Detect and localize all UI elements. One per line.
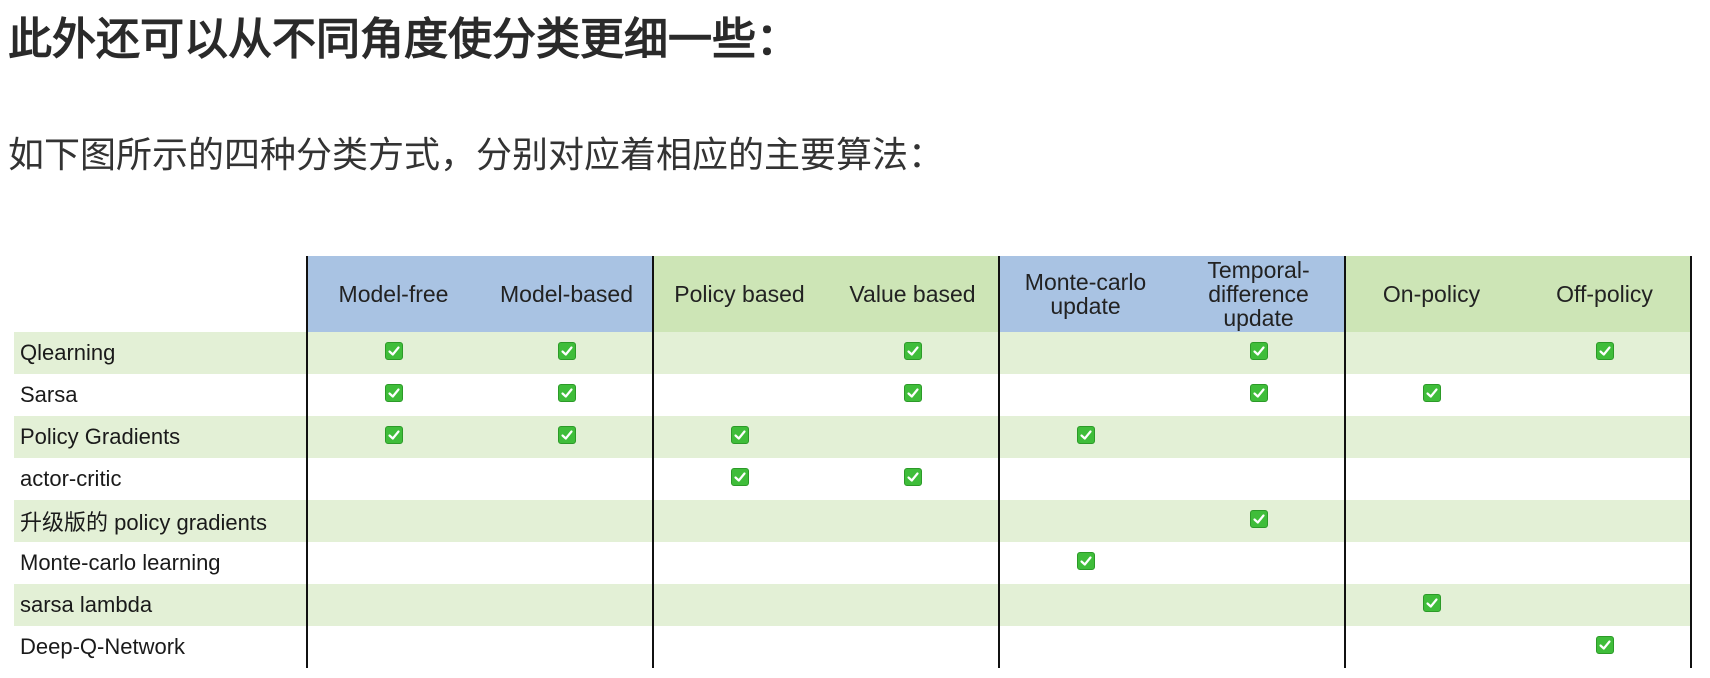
check-icon: [1595, 636, 1614, 654]
column-header: Policy based: [653, 256, 826, 332]
check-icon: [903, 384, 922, 402]
group-divider: [306, 256, 308, 668]
row-label: Policy Gradients: [20, 424, 181, 449]
group-divider: [1344, 256, 1346, 668]
section-heading: 此外还可以从不同角度使分类更细一些：: [8, 14, 800, 65]
column-header: Model-based: [480, 256, 653, 332]
check-icon: [1249, 384, 1268, 402]
check-icon: [557, 384, 576, 402]
intro-paragraph: 如下图所示的四种分类方式，分别对应着相应的主要算法：: [8, 135, 945, 176]
table-row: [14, 458, 1691, 500]
check-icon: [1422, 384, 1441, 402]
check-icon: [1249, 342, 1268, 360]
check-icon: [1422, 594, 1441, 612]
table-row: [14, 626, 1691, 668]
row-label: Qlearning: [20, 340, 116, 365]
row-label: Deep-Q-Network: [20, 634, 186, 659]
check-icon: [384, 426, 403, 444]
table-row: [14, 416, 1691, 458]
check-icon: [557, 342, 576, 360]
group-divider: [652, 256, 654, 668]
column-header: Model-free: [307, 256, 480, 332]
column-header: Temporal- difference update: [1172, 256, 1345, 332]
row-label: sarsa lambda: [20, 592, 153, 617]
check-icon: [557, 426, 576, 444]
check-icon: [1076, 552, 1095, 570]
table-row: [14, 332, 1691, 374]
row-label: Monte-carlo learning: [20, 550, 221, 575]
row-label: actor-critic: [20, 466, 122, 491]
check-icon: [1249, 510, 1268, 528]
check-icon: [903, 342, 922, 360]
row-label: Sarsa: [20, 382, 78, 407]
check-icon: [730, 468, 749, 486]
row-label: 升级版的 policy gradients: [20, 510, 267, 535]
column-header: Monte-carlo update: [999, 256, 1172, 332]
group-divider: [998, 256, 1000, 668]
check-icon: [1076, 426, 1095, 444]
check-icon: [730, 426, 749, 444]
column-header: Value based: [826, 256, 999, 332]
check-icon: [384, 342, 403, 360]
group-divider: [1690, 256, 1692, 668]
check-icon: [384, 384, 403, 402]
check-icon: [1595, 342, 1614, 360]
table-row: [14, 542, 1691, 584]
column-header: On-policy: [1345, 256, 1518, 332]
check-icon: [903, 468, 922, 486]
column-header: Off-policy: [1518, 256, 1691, 332]
